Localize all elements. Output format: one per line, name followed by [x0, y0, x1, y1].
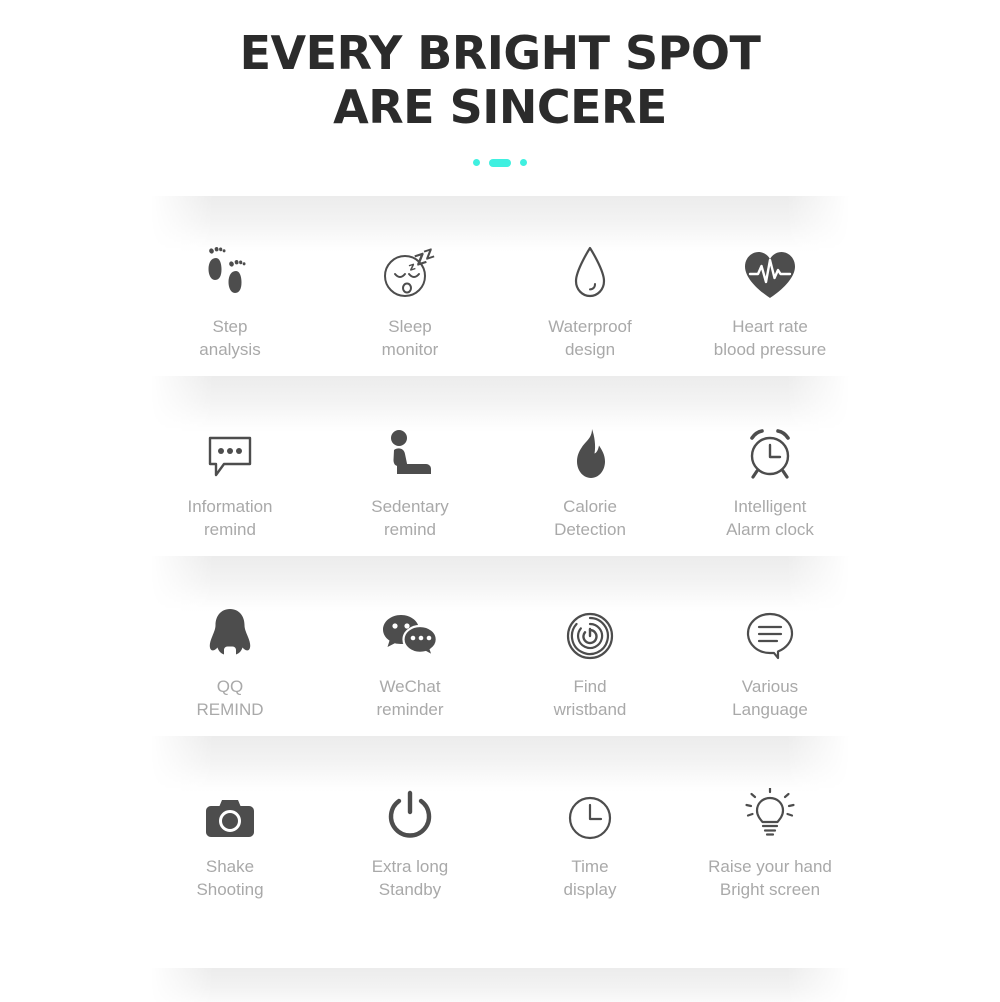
feature-label: Various Language	[732, 677, 808, 719]
page-title-line-2: ARE SINCERE	[333, 80, 667, 135]
chat-lines-icon	[744, 600, 796, 662]
feature-label: Raise your hand Bright screen	[708, 857, 832, 899]
light-bulb-icon	[743, 780, 797, 842]
feature-label: Sleep monitor	[381, 317, 439, 359]
page-header: EVERY BRIGHT SPOT ARE SINCERE	[0, 0, 1000, 169]
clock-icon	[566, 780, 614, 842]
message-bubble-icon	[204, 420, 256, 482]
alarm-clock-icon	[743, 420, 797, 482]
seated-person-icon	[384, 420, 436, 482]
feature-label: Waterproof design	[548, 317, 632, 359]
flame-icon	[569, 420, 611, 482]
heart-pulse-icon	[741, 240, 799, 302]
sleeping-face-icon: z Z Z	[379, 240, 441, 302]
page-title-line-1: EVERY BRIGHT SPOT	[239, 26, 761, 80]
wechat-bubbles-icon	[381, 600, 439, 662]
dot-pill-center	[489, 158, 511, 167]
camera-icon	[204, 780, 256, 842]
feature-extra-long-standby[interactable]: Extra long Standby	[320, 736, 500, 901]
feature-intelligent-alarm-clock[interactable]: Intelligent Alarm clock	[680, 376, 860, 541]
feature-row-4: Shake Shooting Extra long Standby Time d…	[0, 736, 1000, 916]
feature-label: Information remind	[187, 497, 273, 539]
feature-step-analysis[interactable]: Step analysis	[140, 196, 320, 361]
power-icon	[387, 780, 433, 842]
feature-information-remind[interactable]: Information remind	[140, 376, 320, 541]
feature-row-1: Step analysis z Z Z Sleep monitor Waterp…	[0, 196, 1000, 376]
feature-label: Time display	[563, 857, 617, 899]
feature-wechat-reminder[interactable]: WeChat reminder	[320, 556, 500, 721]
dot-small-left	[473, 159, 480, 167]
feature-label: Shake Shooting	[196, 857, 264, 899]
feature-waterproof-design[interactable]: Waterproof design	[500, 196, 680, 361]
feature-row-2: Information remind Sedentary remind Calo…	[0, 376, 1000, 556]
feature-calorie-detection[interactable]: Calorie Detection	[500, 376, 680, 541]
feature-label: Heart rate blood pressure	[713, 317, 827, 359]
qq-penguin-icon	[206, 600, 254, 662]
feature-label: Find wristband	[553, 677, 627, 719]
feature-sedentary-remind[interactable]: Sedentary remind	[320, 376, 500, 541]
feature-label: Sedentary remind	[371, 497, 449, 539]
feature-label: QQ REMIND	[196, 677, 264, 719]
feature-label: Calorie Detection	[554, 497, 626, 539]
footer-band	[150, 968, 850, 1002]
decorative-dots	[0, 157, 1000, 169]
feature-qq-remind[interactable]: QQ REMIND	[140, 556, 320, 721]
dot-small-right	[520, 159, 527, 167]
feature-grid: Step analysis z Z Z Sleep monitor Waterp…	[0, 196, 1000, 916]
feature-time-display[interactable]: Time display	[500, 736, 680, 901]
feature-row-3: QQ REMIND WeChat reminder Find wristband…	[0, 556, 1000, 736]
feature-various-language[interactable]: Various Language	[680, 556, 860, 721]
feature-sleep-monitor[interactable]: z Z Z Sleep monitor	[320, 196, 500, 361]
feature-raise-your-hand-bright-screen[interactable]: Raise your hand Bright screen	[680, 736, 860, 901]
signal-rings-icon	[564, 600, 616, 662]
feature-find-wristband[interactable]: Find wristband	[500, 556, 680, 721]
feature-label: Intelligent Alarm clock	[726, 497, 814, 539]
water-drop-icon	[570, 240, 610, 302]
page-title: EVERY BRIGHT SPOT ARE SINCERE	[0, 26, 1000, 135]
feature-label: WeChat reminder	[376, 677, 444, 719]
feature-shake-shooting[interactable]: Shake Shooting	[140, 736, 320, 901]
feature-label: Extra long Standby	[371, 857, 449, 899]
footprints-icon	[202, 240, 258, 302]
feature-heart-rate-blood-pressure[interactable]: Heart rate blood pressure	[680, 196, 860, 361]
feature-label: Step analysis	[199, 317, 261, 359]
